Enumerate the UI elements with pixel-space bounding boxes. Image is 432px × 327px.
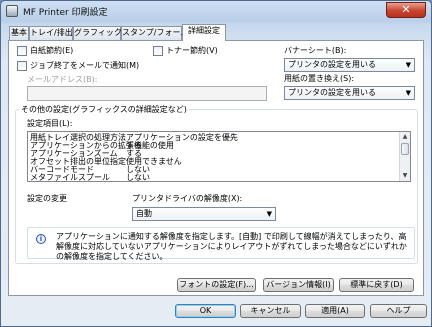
tab-basic[interactable]: 基本 bbox=[9, 26, 29, 40]
title-bar: MF Printer 印刷設定 ✕ bbox=[1, 1, 431, 23]
other-settings-group-title: その他の設定(グラフィックスの詳細設定など) bbox=[19, 104, 189, 115]
change-setting-label: 設定の変更 bbox=[27, 194, 67, 203]
paper-replace-value: プリンタの設定を用いる bbox=[288, 88, 376, 97]
mail-address-label: メールアドレス(B): bbox=[27, 75, 98, 84]
info-icon: i bbox=[36, 234, 46, 244]
banner-sheet-select[interactable]: プリンタの設定を用いる ▼ bbox=[284, 58, 415, 72]
blank-page-save-checkbox[interactable] bbox=[17, 46, 27, 56]
list-item[interactable]: メタファイルスプール しない bbox=[30, 173, 150, 182]
paper-replace-select[interactable]: プリンタの設定を用いる ▼ bbox=[284, 86, 415, 100]
tab-advanced[interactable]: 詳細設定 bbox=[182, 24, 226, 41]
font-settings-button[interactable]: フォントの設定(F)... bbox=[177, 278, 256, 292]
scroll-up-icon[interactable]: ▲ bbox=[400, 132, 410, 142]
scroll-down-icon[interactable]: ▼ bbox=[400, 171, 410, 181]
tab-tray-output[interactable]: トレイ/排出 bbox=[29, 26, 73, 40]
banner-sheet-value: プリンタの設定を用いる bbox=[288, 60, 376, 69]
settings-list-label: 設定項目(L): bbox=[27, 119, 73, 128]
window-title: MF Printer 印刷設定 bbox=[23, 8, 108, 18]
scroll-thumb[interactable] bbox=[401, 143, 409, 155]
version-info-button[interactable]: バージョン情報(I) bbox=[263, 278, 334, 292]
toner-save-label: トナー節約(V) bbox=[166, 46, 218, 55]
info-text: アプリケーションに通知する解像度を指定します。[自動] で印刷して線幅が消えてし… bbox=[56, 232, 407, 261]
mail-address-input[interactable] bbox=[27, 86, 267, 101]
blank-page-save-label: 白紙節約(E) bbox=[30, 46, 74, 55]
job-mail-label: ジョブ終了をメールで通知(M) bbox=[30, 61, 140, 70]
ok-button[interactable]: OK bbox=[175, 304, 236, 318]
tab-stamp-form[interactable]: スタンプ/フォーム bbox=[121, 26, 188, 40]
resolution-value: 自動 bbox=[136, 209, 152, 218]
cancel-button[interactable]: キャンセル bbox=[240, 304, 301, 318]
settings-listbox[interactable]: 用紙トレイ選択の処理方法 アプリケーションの設定を優先 アプリケーションからの拡張… bbox=[27, 131, 411, 182]
chevron-down-icon: ▼ bbox=[266, 210, 272, 218]
printer-settings-window: MF Printer 印刷設定 ✕ 基本 トレイ/排出 グラフィックス スタンプ… bbox=[0, 0, 432, 327]
toner-save-checkbox[interactable] bbox=[153, 46, 163, 56]
printer-icon bbox=[6, 5, 18, 17]
list-item-name: メタファイルスプール bbox=[30, 173, 110, 182]
banner-sheet-label: バナーシート(B): bbox=[284, 46, 347, 55]
chevron-down-icon: ▼ bbox=[405, 89, 411, 97]
vertical-scrollbar[interactable]: ▲ ▼ bbox=[399, 132, 410, 181]
restore-default-button[interactable]: 標準に戻す(D) bbox=[339, 278, 414, 292]
list-item-value: しない bbox=[126, 173, 150, 182]
chevron-down-icon: ▼ bbox=[405, 61, 411, 69]
paper-replace-label: 用紙の置き換え(S): bbox=[284, 74, 355, 83]
info-box: i アプリケーションに通知する解像度を指定します。[自動] で印刷して線幅が消え… bbox=[27, 227, 415, 261]
close-button[interactable]: ✕ bbox=[386, 2, 426, 18]
job-mail-checkbox[interactable] bbox=[17, 61, 27, 71]
advanced-settings-panel: 白紙節約(E) トナー節約(V) ジョブ終了をメールで通知(M) メールアドレス… bbox=[8, 40, 424, 296]
resolution-label: プリンタドライバの解像度(X): bbox=[132, 194, 243, 203]
apply-button[interactable]: 適用(A) bbox=[305, 304, 365, 318]
tab-graphics[interactable]: グラフィックス bbox=[73, 26, 130, 40]
resolution-select[interactable]: 自動 ▼ bbox=[132, 207, 276, 221]
help-button[interactable]: ヘルプ bbox=[370, 304, 427, 318]
